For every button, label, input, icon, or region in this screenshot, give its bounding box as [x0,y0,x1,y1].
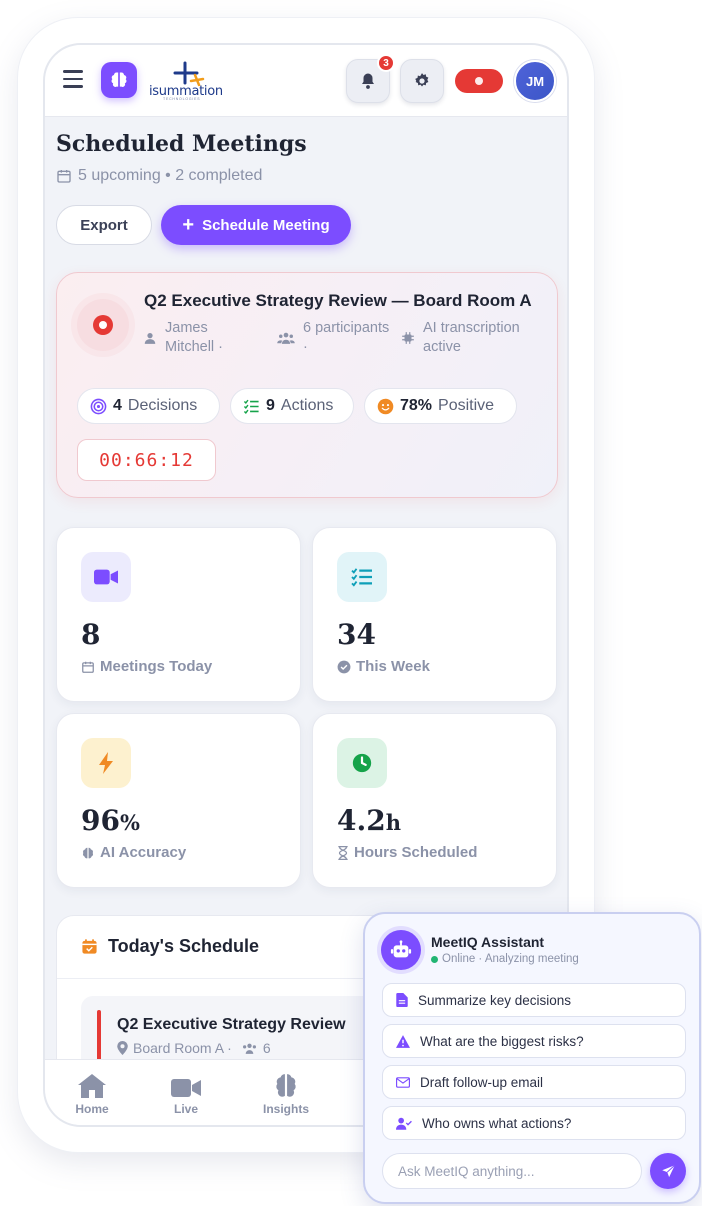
assistant-status: Online · Analyzing meeting [431,953,579,965]
stat-value: 34 [337,618,376,651]
stat-label: AI Accuracy [81,844,186,861]
hourglass-icon [338,845,348,860]
bell-icon [362,73,374,89]
app-brain-logo[interactable] [101,62,137,98]
target-icon [90,398,107,414]
stat-card-this-week[interactable]: 34 This Week [312,527,557,702]
logo-subtext: TECHNOLOGIES [163,97,201,101]
calendar-check-icon [82,939,97,954]
video-icon [171,1079,201,1097]
send-button[interactable] [650,1153,686,1189]
schedule-item-meta: Board Room A · 6 [117,1040,271,1056]
checklist-icon [337,552,387,602]
schedule-meeting-label: Schedule Meeting [202,216,330,234]
stat-card-meetings-today[interactable]: 8 Meetings Today [56,527,301,702]
nav-home[interactable]: Home [57,1068,127,1116]
meeting-timer: 00:66:12 [77,439,216,481]
quick-action-email[interactable]: Draft follow-up email [382,1065,686,1099]
page-title: Scheduled Meetings [56,131,307,157]
schedule-item-title: Q2 Executive Strategy Review [117,1016,346,1033]
live-meeting-card[interactable]: Q2 Executive Strategy Review — Board Roo… [56,272,558,498]
stat-value: 8 [81,618,101,651]
clock-icon [337,738,387,788]
meeting-host: James Mitchell · [143,319,253,357]
video-icon [81,552,131,602]
decisions-pill[interactable]: 4 Decisions [77,388,220,424]
document-icon [396,993,408,1007]
gear-icon [415,73,429,87]
users-icon [242,1043,256,1054]
notification-badge: 3 [377,54,395,72]
envelope-icon [396,1076,410,1088]
checklist-icon [243,399,259,414]
menu-icon[interactable] [63,70,83,88]
nav-live[interactable]: Live [151,1068,221,1116]
assistant-input[interactable] [382,1153,642,1189]
chip-icon [402,332,414,344]
status-bar [97,1010,101,1066]
meeting-participants: 6 participants · [277,319,397,357]
stat-label: Hours Scheduled [337,844,477,861]
settings-button[interactable] [400,59,444,103]
assistant-name: MeetIQ Assistant [431,934,545,950]
user-icon [144,333,156,344]
user-check-icon [396,1117,412,1130]
assistant-panel: MeetIQ Assistant Online · Analyzing meet… [363,912,701,1204]
live-meeting-title: Q2 Executive Strategy Review — Board Roo… [144,291,532,310]
lightning-icon [81,738,131,788]
stat-card-ai-accuracy[interactable]: 96% AI Accuracy [56,713,301,888]
calendar-icon [57,170,71,183]
send-icon [661,1164,675,1177]
notifications-button[interactable]: 3 [346,54,395,103]
smiley-icon [377,398,394,414]
page-subtitle: 5 upcoming • 2 completed [56,167,262,185]
company-logo: isummation TECHNOLOGIES [149,61,235,101]
export-button[interactable]: Export [56,205,152,245]
recording-toggle[interactable] [455,69,503,93]
location-pin-icon [117,1041,128,1055]
schedule-heading: Today's Schedule [81,936,259,957]
top-header: isummation TECHNOLOGIES 3 JM [45,45,567,117]
stat-label: This Week [337,658,430,675]
live-indicator [77,299,129,351]
stat-value: 4.2h [337,804,401,837]
record-dot-icon [475,77,483,85]
meeting-counts: 5 upcoming • 2 completed [78,167,263,184]
stat-value: 96% [81,804,140,837]
actions-pill[interactable]: 9 Actions [230,388,354,424]
sentiment-pill[interactable]: 78% Positive [364,388,517,424]
user-avatar[interactable]: JM [514,60,556,102]
stat-label: Meetings Today [81,658,212,675]
nav-insights[interactable]: Insights [251,1068,321,1116]
calendar-icon [82,661,94,673]
check-circle-icon [337,660,351,673]
home-icon [78,1074,106,1098]
plus-icon: + [182,214,195,236]
online-dot-icon [431,955,438,963]
warning-icon [396,1034,410,1048]
schedule-meeting-button[interactable]: + Schedule Meeting [161,205,351,245]
brain-icon [276,1074,296,1097]
stat-card-hours-scheduled[interactable]: 4.2h Hours Scheduled [312,713,557,888]
robot-icon [381,930,421,970]
quick-action-summarize[interactable]: Summarize key decisions [382,983,686,1017]
brain-icon [82,847,94,858]
quick-action-risks[interactable]: What are the biggest risks? [382,1024,686,1058]
users-icon [277,332,295,344]
ai-transcription-status: AI transcription active [401,319,551,357]
brain-icon [111,72,127,87]
quick-action-owners[interactable]: Who owns what actions? [382,1106,686,1140]
